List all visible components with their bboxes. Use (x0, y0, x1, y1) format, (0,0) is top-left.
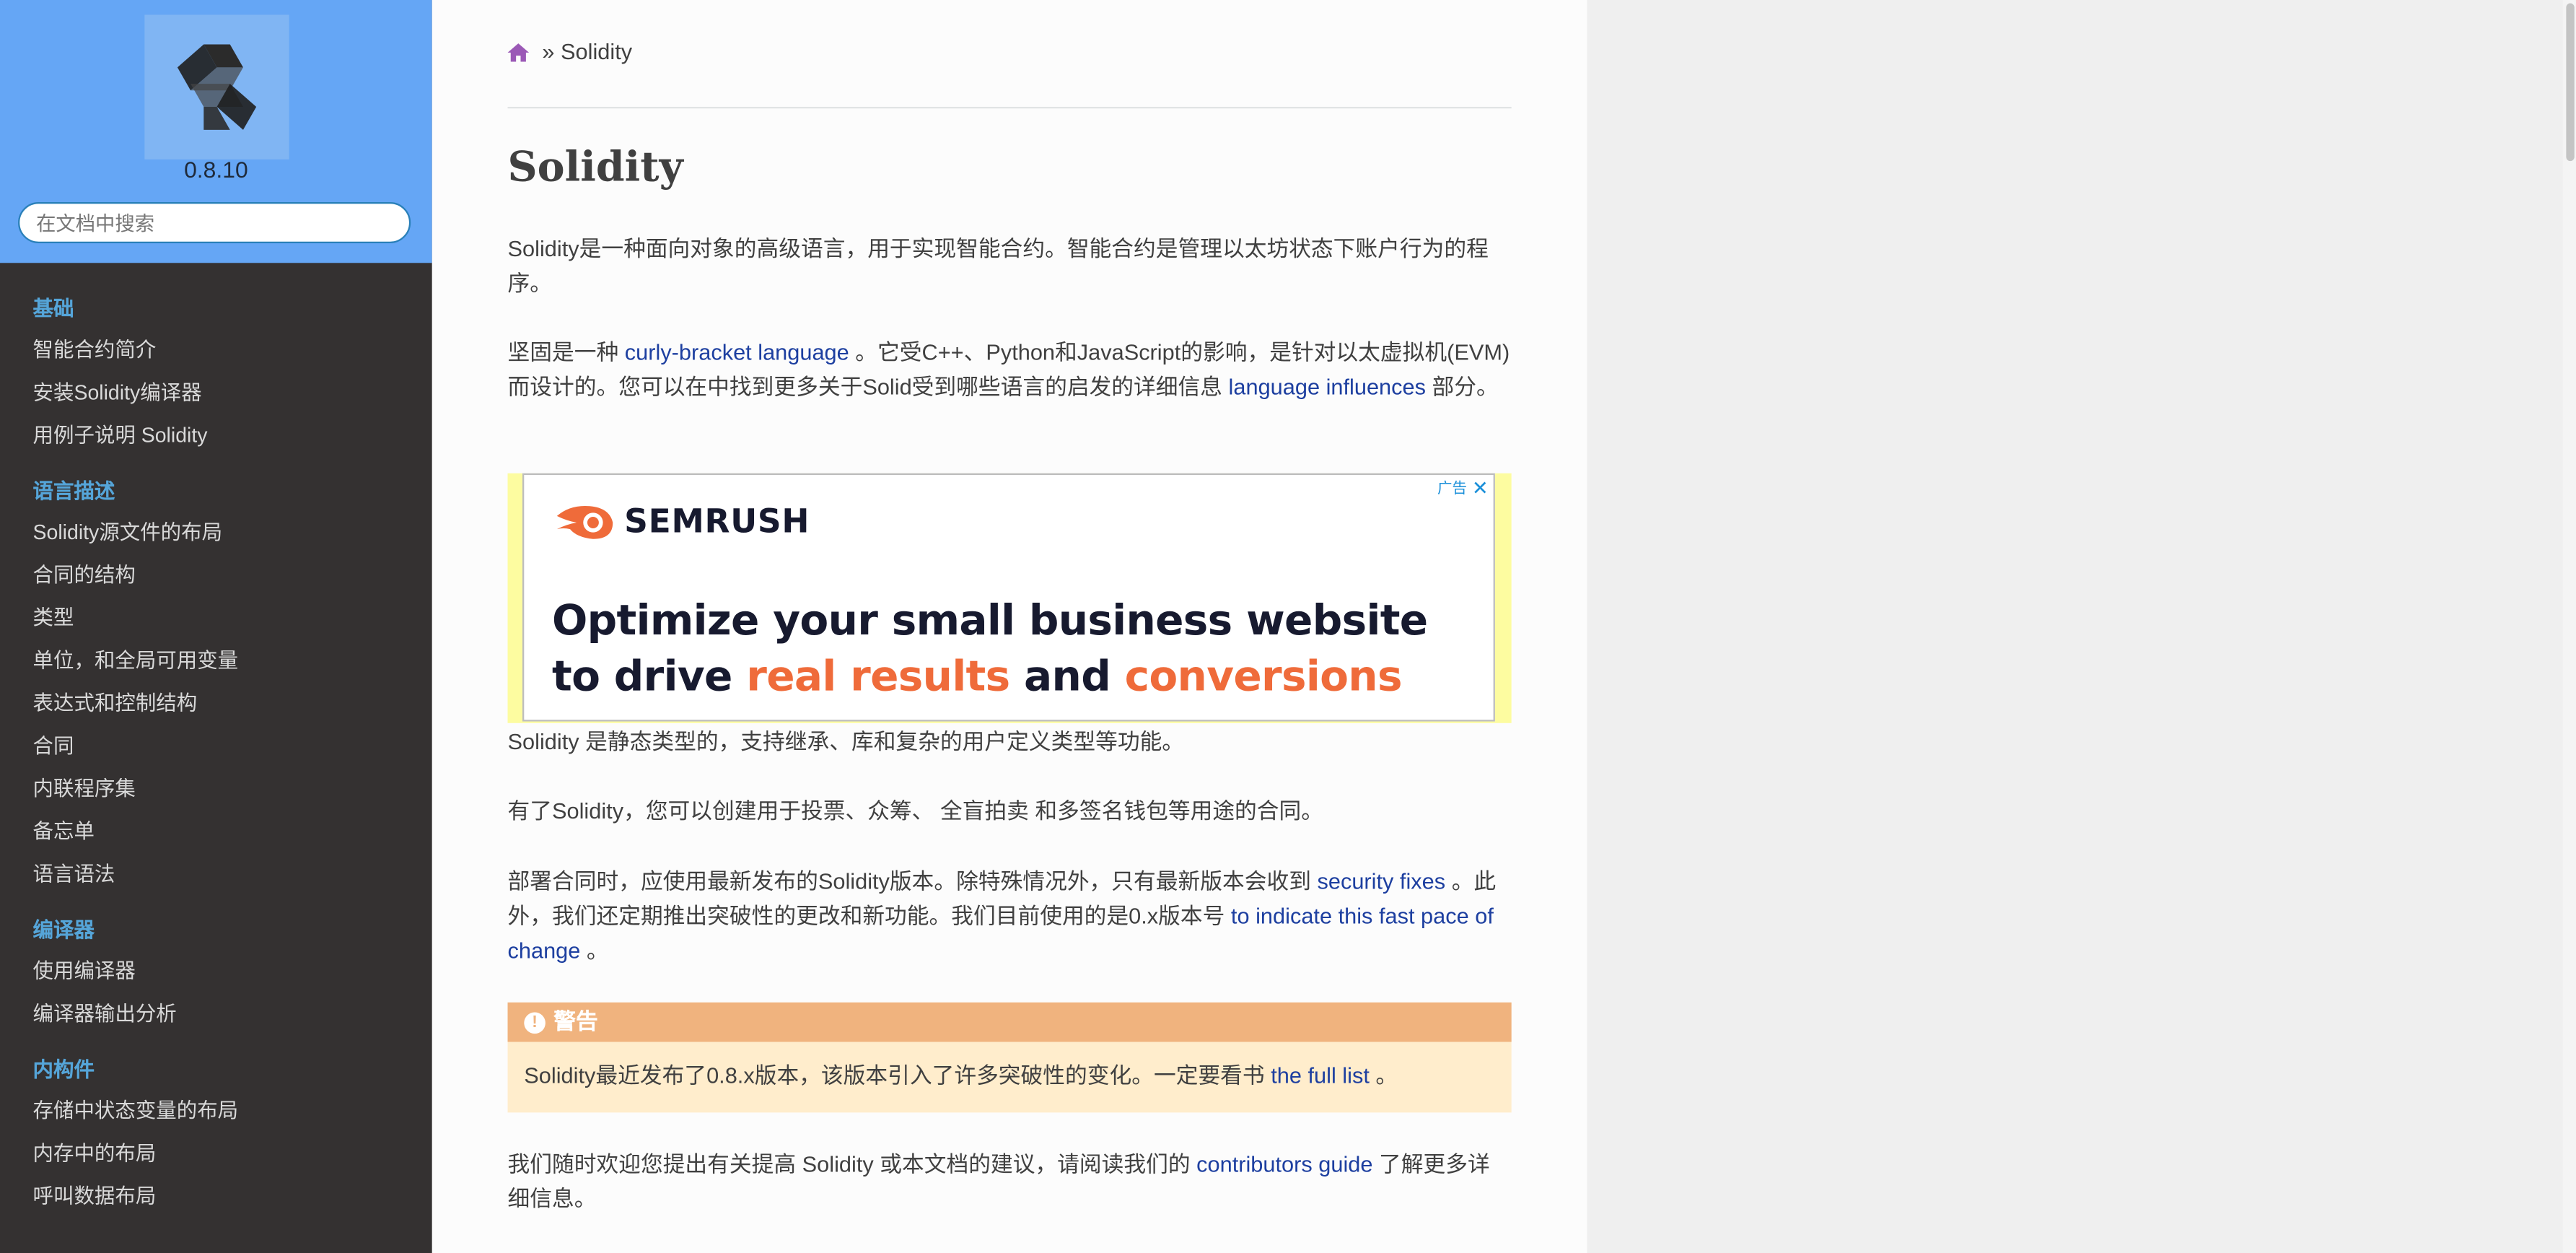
paragraph-deploy: 部署合同时，应使用最新发布的Solidity版本。除特殊情况外，只有最新版本会收… (508, 865, 1512, 968)
nav-caption: 语言描述 (32, 479, 115, 503)
paragraph-uses: 有了Solidity，您可以创建用于投票、众筹、 全盲拍卖 和多签名钱包等用途的… (507, 798, 1324, 824)
text: 坚固是一种 (507, 340, 625, 365)
sidebar-item[interactable]: 使用编译器 (0, 950, 432, 992)
exclamation-icon: ! (524, 1011, 546, 1033)
scrollbar-thumb[interactable] (2566, 3, 2575, 162)
breadcrumb-current: Solidity (561, 39, 633, 64)
warning-title: ! 警告 (507, 1002, 1512, 1042)
solidity-logo[interactable] (144, 14, 289, 160)
sidebar-item[interactable]: 存储中状态变量的布局 (0, 1090, 432, 1132)
ad-line-1: Optimize your small business website (552, 596, 1428, 646)
curly-bracket-link[interactable]: curly-bracket language (625, 340, 849, 364)
sidebar-item[interactable]: 智能合约简介 (0, 328, 432, 371)
semrush-logo-icon (556, 505, 613, 539)
home-icon[interactable] (507, 42, 530, 61)
sidebar-item[interactable]: 呼叫数据布局 (0, 1175, 432, 1218)
sidebar-item[interactable]: 备忘单 (0, 810, 432, 852)
nav-caption: 内构件 (32, 1058, 95, 1082)
text: 。 (580, 938, 609, 964)
full-list-link[interactable]: the full list (1271, 1063, 1370, 1088)
text: and (1009, 652, 1125, 702)
breadcrumb: » Solidity (507, 39, 633, 64)
nav-caption: 基础 (32, 297, 74, 320)
advertisement[interactable]: 广告 ✕ SEMRUSH Optimize your small busines… (507, 473, 1512, 723)
sidebar-item[interactable]: 合同 (0, 725, 432, 767)
text: 。 (1369, 1063, 1398, 1088)
paragraph-language: 坚固是一种 curly-bracket language 。它受C++、Pyth… (508, 335, 1512, 404)
warning-title-text: 警告 (553, 1008, 598, 1034)
paragraph-intro: Solidity是一种面向对象的高级语言，用于实现智能合约。智能合约是管理以太坊… (507, 236, 1489, 296)
warning-body: Solidity最近发布了0.8.x版本，该版本引入了许多突破性的变化。一定要看… (508, 1042, 1512, 1093)
language-influences-link[interactable]: language influences (1229, 375, 1426, 399)
sidebar-item[interactable]: 编译器输出分析 (0, 992, 432, 1035)
ad-headline: Optimize your small business website to … (552, 593, 1428, 705)
solidity-logo-icon (177, 44, 257, 130)
main-content: » Solidity Solidity Solidity是一种面向对象的高级语言… (431, 0, 1587, 1253)
breadcrumb-separator: » (542, 39, 555, 64)
text: 部分。 (1426, 375, 1499, 400)
security-fixes-link[interactable]: security fixes (1317, 869, 1445, 894)
sidebar-item[interactable]: 安装Solidity编译器 (0, 372, 432, 414)
sidebar-item[interactable]: 表达式和控制结构 (0, 682, 432, 725)
sidebar-item[interactable]: 内存中的布局 (0, 1132, 432, 1175)
paragraph-contribute: 我们随时欢迎您提出有关提高 Solidity 或本文档的建议，请阅读我们的 co… (508, 1147, 1512, 1216)
divider (507, 106, 1512, 109)
sidebar-item[interactable]: 内联程序集 (0, 767, 432, 810)
text: Solidity最近发布了0.8.x版本，该版本引入了许多突破性的变化。一定要看… (524, 1063, 1271, 1088)
search-input[interactable] (18, 202, 411, 243)
paragraph-types: Solidity 是静态类型的，支持继承、库和复杂的用户定义类型等功能。 (507, 729, 1185, 755)
sidebar-item[interactable]: 用例子说明 Solidity (0, 414, 432, 457)
ad-line-2: to drive real results and conversions (552, 649, 1427, 704)
ad-choices[interactable]: 广告 ✕ (1437, 476, 1489, 498)
sidebar-nav: 基础智能合约简介 安装Solidity编译器 用例子说明 Solidity 语言描述 S… (0, 263, 432, 1218)
ad-brand: SEMRUSH (553, 501, 810, 541)
sidebar-item[interactable]: 类型 (0, 596, 432, 639)
warning-box: ! 警告 Solidity最近发布了0.8.x版本，该版本引入了许多突破性的变化… (507, 1002, 1512, 1113)
text: 我们随时欢迎您提出有关提高 Solidity 或本文档的建议，请阅读我们的 (507, 1152, 1197, 1177)
version-label: 0.8.10 (184, 156, 248, 183)
text: to drive (552, 652, 747, 702)
nav-caption: 编译器 (32, 918, 95, 942)
scrollbar[interactable] (2562, 0, 2576, 1253)
sidebar-header: 0.8.10 (0, 0, 432, 263)
page-title: Solidity (507, 143, 683, 191)
sidebar-item[interactable]: Solidity源文件的布局 (0, 511, 432, 554)
close-icon[interactable]: ✕ (1472, 477, 1489, 497)
ad-card[interactable]: 广告 ✕ SEMRUSH Optimize your small busines… (522, 473, 1495, 722)
sidebar-item[interactable]: 语言语法 (0, 853, 432, 896)
contributors-guide-link[interactable]: contributors guide (1196, 1152, 1372, 1176)
highlight: real results (746, 652, 1010, 702)
text: 部署合同时，应使用最新发布的Solidity版本。除特殊情况外，只有最新版本会收… (507, 869, 1318, 894)
sidebar: 0.8.10 基础智能合约简介安装Solidity编译器用例子说明 Solidi… (0, 0, 432, 1253)
highlight: conversions (1124, 652, 1403, 702)
ad-brand-name: SEMRUSH (624, 501, 810, 541)
sidebar-item[interactable]: 单位，和全局可用变量 (0, 639, 432, 682)
sidebar-item[interactable]: 合同的结构 (0, 554, 432, 596)
ad-tag-label: 广告 (1437, 479, 1468, 497)
